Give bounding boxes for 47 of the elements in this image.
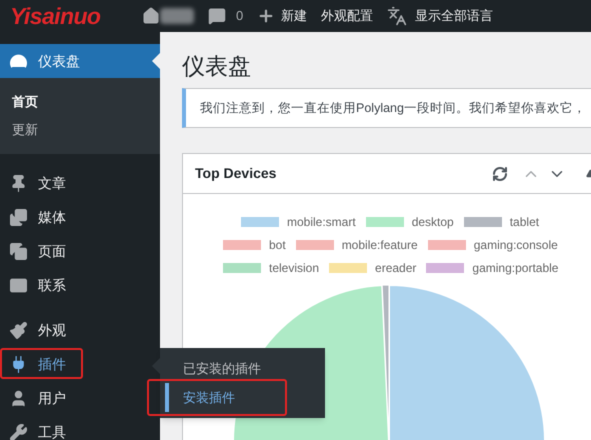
comment-icon[interactable] bbox=[208, 7, 226, 25]
legend-label: mobile:feature bbox=[342, 237, 418, 254]
home-icon[interactable] bbox=[142, 7, 160, 25]
menu-label: 用户 bbox=[38, 388, 66, 408]
sidebar-item[interactable]: 用户 bbox=[0, 381, 160, 415]
language-link[interactable]: 显示全部语言 bbox=[415, 6, 494, 26]
menu-label: 文章 bbox=[38, 174, 66, 192]
submenu-item[interactable]: 更新 bbox=[0, 116, 160, 144]
sidebar-item[interactable]: 外观 bbox=[0, 313, 160, 347]
menu-label: 插件 bbox=[38, 354, 66, 374]
submenu-item[interactable]: 首页 bbox=[0, 88, 160, 116]
legend-label: gaming:portable bbox=[472, 260, 558, 277]
legend-label: tablet bbox=[510, 214, 540, 231]
menu-label: 仪表盘 bbox=[38, 52, 80, 70]
comment-count: 0 bbox=[236, 7, 244, 26]
flyout-item[interactable]: 已安装的插件 bbox=[165, 354, 325, 383]
menu-label: 页面 bbox=[38, 242, 66, 260]
plus-icon[interactable] bbox=[257, 7, 276, 25]
legend-label: desktop bbox=[412, 214, 454, 231]
sidebar-item[interactable]: 工具 bbox=[0, 415, 160, 440]
widget-title: Top Devices bbox=[195, 164, 278, 183]
sidebar-item[interactable]: 仪表盘 bbox=[0, 44, 160, 78]
sidebar-item[interactable]: 文章 bbox=[0, 166, 160, 200]
legend-label: mobile:smart bbox=[287, 214, 356, 231]
current-pointer-icon bbox=[152, 53, 160, 69]
legend-label: ereader bbox=[375, 260, 416, 277]
sidebar-item[interactable]: 插件 bbox=[0, 347, 160, 381]
new-link[interactable]: 新建 bbox=[281, 6, 308, 26]
sidebar-item[interactable]: 联系 bbox=[0, 268, 160, 302]
pages-icon bbox=[9, 242, 28, 260]
sidebar-item[interactable]: 页面 bbox=[0, 234, 160, 268]
wrench-icon bbox=[9, 422, 28, 440]
page-title: 仪表盘 bbox=[182, 52, 252, 81]
menu-label: 媒体 bbox=[38, 208, 66, 226]
translate-icon[interactable] bbox=[387, 6, 408, 26]
notice-banner: 我们注意到，您一直在使用Polylang一段时间。我们希望你喜欢它， bbox=[182, 88, 591, 128]
menu-label: 工具 bbox=[38, 422, 66, 440]
blurred-block bbox=[160, 8, 194, 24]
menu-label: 联系 bbox=[38, 276, 66, 294]
paintbrush-icon bbox=[9, 320, 28, 340]
toolbar-link[interactable]: 外观配置 bbox=[321, 6, 374, 26]
refresh-icon[interactable] bbox=[492, 166, 508, 182]
legend-label: bot bbox=[269, 237, 286, 254]
legend-label: television bbox=[269, 260, 320, 277]
legend-label: gaming:console bbox=[474, 237, 558, 254]
sidebar-item[interactable]: 媒体 bbox=[0, 200, 160, 234]
menu-label: 外观 bbox=[38, 320, 66, 340]
